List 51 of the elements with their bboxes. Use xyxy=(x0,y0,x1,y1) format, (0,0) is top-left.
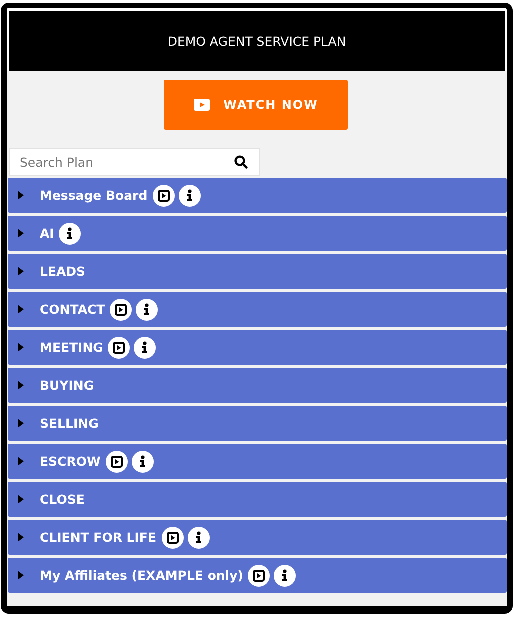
section-title: MEETING xyxy=(40,340,104,355)
video-icon[interactable] xyxy=(110,298,132,320)
section-title: CLIENT FOR LIFE xyxy=(40,530,157,545)
info-icon[interactable] xyxy=(134,336,156,358)
accordion-section[interactable]: SELLING xyxy=(8,406,507,441)
accordion-section[interactable]: MEETING xyxy=(8,330,507,365)
search-field[interactable]: Search Plan xyxy=(9,148,260,176)
section-title: Message Board xyxy=(40,188,148,203)
caret-icon xyxy=(18,571,24,580)
section-title: My Affiliates (EXAMPLE only) xyxy=(40,568,244,583)
info-icon[interactable] xyxy=(188,526,210,548)
search-icon[interactable] xyxy=(234,155,248,169)
caret-icon xyxy=(18,381,24,390)
accordion-section[interactable]: LEADS xyxy=(8,254,507,289)
caret-icon xyxy=(18,495,24,504)
section-title: LEADS xyxy=(40,264,86,279)
page-title: DEMO AGENT SERVICE PLAN xyxy=(168,34,346,48)
section-title: CONTACT xyxy=(40,302,106,317)
info-icon[interactable] xyxy=(59,222,82,244)
video-icon[interactable] xyxy=(106,450,128,472)
info-icon[interactable] xyxy=(136,298,158,320)
video-icon[interactable] xyxy=(162,526,184,548)
caret-icon xyxy=(18,533,24,542)
info-icon[interactable] xyxy=(178,184,201,206)
section-title: AI xyxy=(40,226,54,241)
caret-icon xyxy=(18,305,24,314)
caret-icon xyxy=(18,267,24,276)
video-icon[interactable] xyxy=(108,336,130,358)
accordion-section[interactable]: BUYING xyxy=(8,368,507,403)
accordion-section[interactable]: CLOSE xyxy=(8,482,507,517)
accordion-section[interactable]: Message Board xyxy=(8,178,507,213)
section-title: CLOSE xyxy=(40,492,85,507)
caret-icon xyxy=(18,191,24,200)
info-icon[interactable] xyxy=(274,564,296,586)
accordion-section[interactable]: CLIENT FOR LIFE xyxy=(8,520,507,555)
accordion-section[interactable]: ESCROW xyxy=(8,444,507,479)
accordion-section[interactable]: My Affiliates (EXAMPLE only) xyxy=(8,558,507,593)
info-icon[interactable] xyxy=(132,450,154,472)
accordion-section[interactable]: CONTACT xyxy=(8,292,507,327)
accordion-section[interactable]: AI xyxy=(8,216,507,251)
video-play-icon xyxy=(194,99,210,111)
caret-icon xyxy=(18,343,24,352)
section-title: SELLING xyxy=(40,416,99,431)
video-icon[interactable] xyxy=(152,184,175,206)
section-title: ESCROW xyxy=(40,454,101,469)
caret-icon xyxy=(18,457,24,466)
video-icon[interactable] xyxy=(248,564,270,586)
section-title: BUYING xyxy=(40,378,94,393)
watch-now-button[interactable]: WATCH NOW xyxy=(164,80,348,130)
caret-icon xyxy=(18,419,24,428)
caret-icon xyxy=(18,229,24,238)
